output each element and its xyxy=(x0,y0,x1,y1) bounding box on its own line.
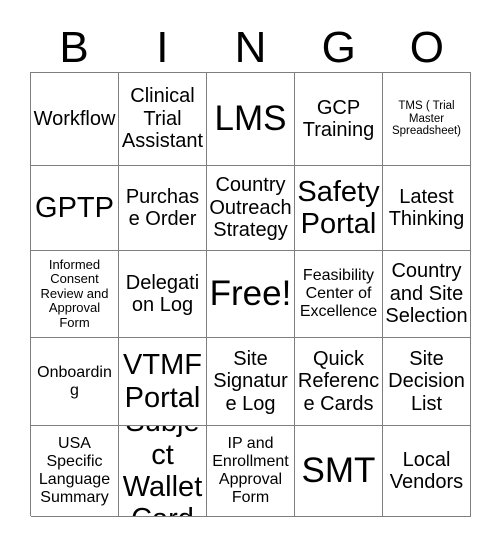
bingo-cell-label: Feasibility Center of Excellence xyxy=(299,267,378,320)
header-letter-n: N xyxy=(234,23,267,72)
bingo-cell-label: SMT xyxy=(301,451,376,491)
header-letter-g: G xyxy=(321,23,356,72)
bingo-cell[interactable]: Site Decision List xyxy=(383,338,471,426)
bingo-cell[interactable]: Safety Portal xyxy=(295,166,383,251)
bingo-cell-label: Purchase Order xyxy=(125,185,200,230)
bingo-cell-label: Safety Portal xyxy=(297,175,380,240)
bingo-cell[interactable]: Site Signature Log xyxy=(207,338,295,426)
bingo-cell-label: Clinical Trial Assistant xyxy=(121,85,204,153)
bingo-cell[interactable]: Purchase Order xyxy=(119,166,207,251)
bingo-cell-label: Free! xyxy=(209,274,292,314)
bingo-cell[interactable]: Informed Consent Review and Approval For… xyxy=(31,251,119,338)
bingo-cell[interactable]: IP and Enrollment Approval Form xyxy=(207,426,295,517)
bingo-cell-label: GCP Training xyxy=(302,96,375,141)
bingo-grid: Workflow Clinical Trial Assistant LMS GC… xyxy=(30,72,471,517)
bingo-cell-label: Latest Thinking xyxy=(388,185,465,230)
bingo-cell-label: Site Signature Log xyxy=(213,347,288,415)
bingo-cell-label: Country and Site Selection xyxy=(385,260,468,328)
bingo-cell-label: VTMF Portal xyxy=(123,349,202,414)
header-letter-b: B xyxy=(59,23,89,72)
bingo-cell[interactable]: LMS xyxy=(207,73,295,166)
bingo-cell-label: Site Decision List xyxy=(388,347,465,415)
bingo-cell[interactable]: Subject Wallet Card xyxy=(119,426,207,517)
bingo-cell[interactable]: Quick Reference Cards xyxy=(295,338,383,426)
bingo-cell-label: IP and Enrollment Approval Form xyxy=(212,435,289,506)
bingo-cell-free[interactable]: Free! xyxy=(207,251,295,338)
bingo-cell[interactable]: SMT xyxy=(295,426,383,517)
bingo-cell-label: Quick Reference Cards xyxy=(297,347,380,415)
bingo-cell[interactable]: Clinical Trial Assistant xyxy=(119,73,207,166)
bingo-cell-label: Subject Wallet Card xyxy=(122,426,203,516)
bingo-cell-label: Country Outreach Strategy xyxy=(209,174,292,242)
header-letter-o: O xyxy=(409,23,445,72)
bingo-cell[interactable]: Local Vendors xyxy=(383,426,471,517)
bingo-cell[interactable]: Country Outreach Strategy xyxy=(207,166,295,251)
bingo-cell[interactable]: USA Specific Language Summary xyxy=(31,426,119,517)
bingo-cell-label: USA Specific Language Summary xyxy=(38,435,111,506)
bingo-cell-label: LMS xyxy=(214,99,287,139)
bingo-cell[interactable]: TMS ( Trial Master Spreadsheet) xyxy=(383,73,471,166)
bingo-cell-label: TMS ( Trial Master Spreadsheet) xyxy=(391,99,462,138)
bingo-cell-label: Workflow xyxy=(33,107,116,130)
bingo-cell[interactable]: Workflow xyxy=(31,73,119,166)
bingo-cell-label: Local Vendors xyxy=(389,448,464,493)
bingo-cell[interactable]: Onboarding xyxy=(31,338,119,426)
bingo-cell-label: Onboarding xyxy=(37,363,112,399)
bingo-header: B I N G O xyxy=(30,16,471,72)
bingo-cell[interactable]: Latest Thinking xyxy=(383,166,471,251)
bingo-cell-label: Informed Consent Review and Approval For… xyxy=(40,256,109,330)
bingo-cell-label: Delegation Log xyxy=(125,271,200,316)
bingo-cell[interactable]: Country and Site Selection xyxy=(383,251,471,338)
bingo-card: B I N G O Workflow Clinical Trial Assist… xyxy=(0,0,500,544)
bingo-cell[interactable]: GCP Training xyxy=(295,73,383,166)
bingo-cell[interactable]: Feasibility Center of Excellence xyxy=(295,251,383,338)
bingo-cell-label: GPTP xyxy=(35,191,114,224)
header-letter-i: I xyxy=(156,23,169,72)
bingo-cell[interactable]: Delegation Log xyxy=(119,251,207,338)
bingo-cell[interactable]: GPTP xyxy=(31,166,119,251)
bingo-cell[interactable]: VTMF Portal xyxy=(119,338,207,426)
